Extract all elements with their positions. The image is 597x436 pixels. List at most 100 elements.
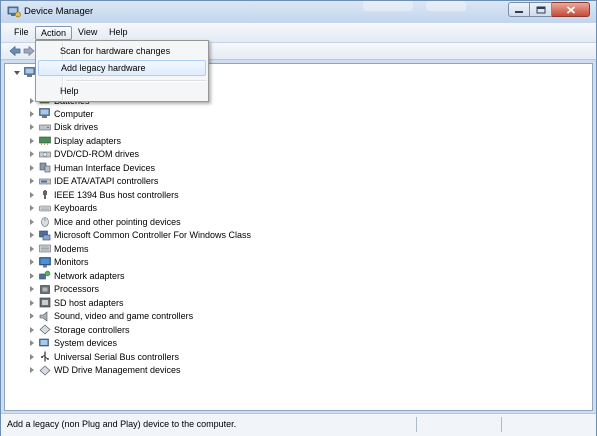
tree-item[interactable]: Sound, video and game controllers [28, 310, 193, 323]
tree-item-label: Sound, video and game controllers [54, 311, 194, 321]
expand-icon[interactable] [28, 245, 36, 253]
usb-icon [41, 351, 49, 362]
modem-icon [39, 244, 51, 253]
hid-icon [39, 162, 51, 173]
tree-item[interactable]: DVD/CD-ROM drives [28, 148, 139, 161]
display-adapter-icon [39, 136, 51, 145]
expand-icon[interactable] [28, 123, 36, 131]
tree-item[interactable]: System devices [28, 337, 117, 350]
status-text: Add a legacy (non Plug and Play) device … [7, 419, 237, 429]
menu-item-add-legacy-hardware[interactable]: Add legacy hardware [38, 60, 206, 76]
tree-item-label: Processors [54, 284, 100, 294]
disk-drive-icon [39, 124, 51, 130]
close-button[interactable] [552, 2, 590, 17]
expand-icon[interactable] [28, 339, 36, 347]
expand-icon[interactable] [28, 272, 36, 280]
minimize-button[interactable] [508, 2, 530, 17]
sd-adapter-icon [39, 297, 51, 308]
tree-item[interactable]: WD Drive Management devices [28, 364, 181, 377]
forward-arrow-icon[interactable] [23, 45, 35, 57]
tree-item[interactable]: Computer [28, 107, 94, 120]
ieee1394-icon [43, 190, 47, 199]
expand-icon[interactable] [28, 150, 36, 158]
tree-item[interactable]: Storage controllers [28, 323, 130, 336]
menu-file[interactable]: File [9, 26, 34, 40]
ide-controller-icon [39, 178, 51, 184]
expand-icon[interactable] [28, 110, 36, 118]
maximize-icon [536, 6, 545, 13]
tree-item[interactable]: Keyboards [28, 202, 97, 215]
tree-item-label: Monitors [54, 257, 89, 267]
menu-item-help[interactable]: Help [38, 83, 206, 99]
network-adapter-icon [39, 270, 51, 280]
controller-icon [39, 230, 51, 240]
tree-item-label: Display adapters [54, 135, 122, 146]
tree-item[interactable]: Mice and other pointing devices [28, 215, 181, 228]
device-manager-window: Device Manager File Action View Help Com… [0, 0, 597, 436]
expand-icon[interactable] [28, 258, 36, 266]
tree-item[interactable]: IDE ATA/ATAPI controllers [28, 175, 158, 188]
tree-item-label: Keyboards [54, 203, 98, 213]
device-manager-icon [7, 6, 21, 18]
tree-item-label: Storage controllers [54, 324, 130, 335]
mouse-icon [41, 217, 49, 227]
tree-item[interactable]: Network adapters [28, 269, 125, 282]
tree-item-label: Universal Serial Bus controllers [54, 351, 180, 362]
expand-icon[interactable] [28, 299, 36, 307]
collapse-icon[interactable] [13, 69, 21, 77]
status-divider [501, 417, 502, 432]
monitor-icon [39, 256, 51, 267]
tree-item-label: DVD/CD-ROM drives [54, 149, 140, 159]
menu-help[interactable]: Help [104, 26, 133, 40]
tree-item[interactable]: Human Interface Devices [28, 161, 155, 174]
expand-icon[interactable] [28, 231, 36, 239]
tree-item[interactable]: Modems [28, 242, 89, 255]
menu-item-scan-hardware[interactable]: Scan for hardware changes [38, 43, 206, 59]
tree-item-label: Modems [54, 243, 89, 254]
tree-item[interactable]: SD host adapters [28, 296, 124, 309]
close-icon [566, 5, 575, 14]
processor-icon [40, 284, 50, 294]
expand-icon[interactable] [28, 164, 36, 172]
tree-item-label: IEEE 1394 Bus host controllers [54, 189, 179, 200]
menu-view[interactable]: View [73, 26, 102, 40]
back-arrow-icon[interactable] [9, 45, 21, 57]
device-tree[interactable]: ... Batteries ComputerDisk drivesDisplay… [4, 63, 593, 411]
background-tab [426, 1, 466, 11]
expand-icon[interactable] [28, 177, 36, 185]
menu-action[interactable]: Action [35, 26, 73, 40]
tree-item[interactable]: Microsoft Common Controller For Windows … [28, 229, 251, 242]
tree-item-label: SD host adapters [54, 297, 124, 308]
background-tab [363, 1, 413, 11]
expand-icon[interactable] [28, 366, 36, 374]
maximize-button[interactable] [530, 2, 552, 17]
expand-icon[interactable] [28, 204, 36, 212]
expand-icon[interactable] [28, 191, 36, 199]
wd-drive-icon [39, 365, 51, 375]
expand-icon[interactable] [28, 353, 36, 361]
tree-item-label: Microsoft Common Controller For Windows … [54, 230, 252, 240]
expand-icon[interactable] [28, 137, 36, 145]
system-devices-icon [39, 338, 49, 346]
tree-item-label: System devices [54, 338, 118, 348]
title-bar[interactable]: Device Manager [1, 1, 596, 23]
menu-separator [66, 80, 206, 82]
expand-icon[interactable] [28, 326, 36, 334]
window-title: Device Manager [24, 6, 94, 17]
tree-item[interactable]: Universal Serial Bus controllers [28, 350, 179, 363]
dvd-drive-icon [39, 151, 51, 157]
tree-item[interactable]: Monitors [28, 256, 89, 269]
tree-item[interactable]: Disk drives [28, 121, 98, 134]
expand-icon[interactable] [28, 218, 36, 226]
storage-controller-icon [39, 324, 51, 335]
computer-icon [39, 108, 50, 118]
tree-item-label: Network adapters [54, 270, 125, 281]
tree-item[interactable]: Processors [28, 283, 99, 296]
tree-item-label: Mice and other pointing devices [54, 216, 181, 227]
expand-icon[interactable] [28, 312, 36, 320]
tree-item[interactable]: Display adapters [28, 134, 121, 147]
expand-icon[interactable] [28, 285, 36, 293]
status-bar: Add a legacy (non Plug and Play) device … [1, 413, 596, 436]
tree-item[interactable]: IEEE 1394 Bus host controllers [28, 188, 179, 201]
tree-item-label: Human Interface Devices [54, 162, 156, 173]
